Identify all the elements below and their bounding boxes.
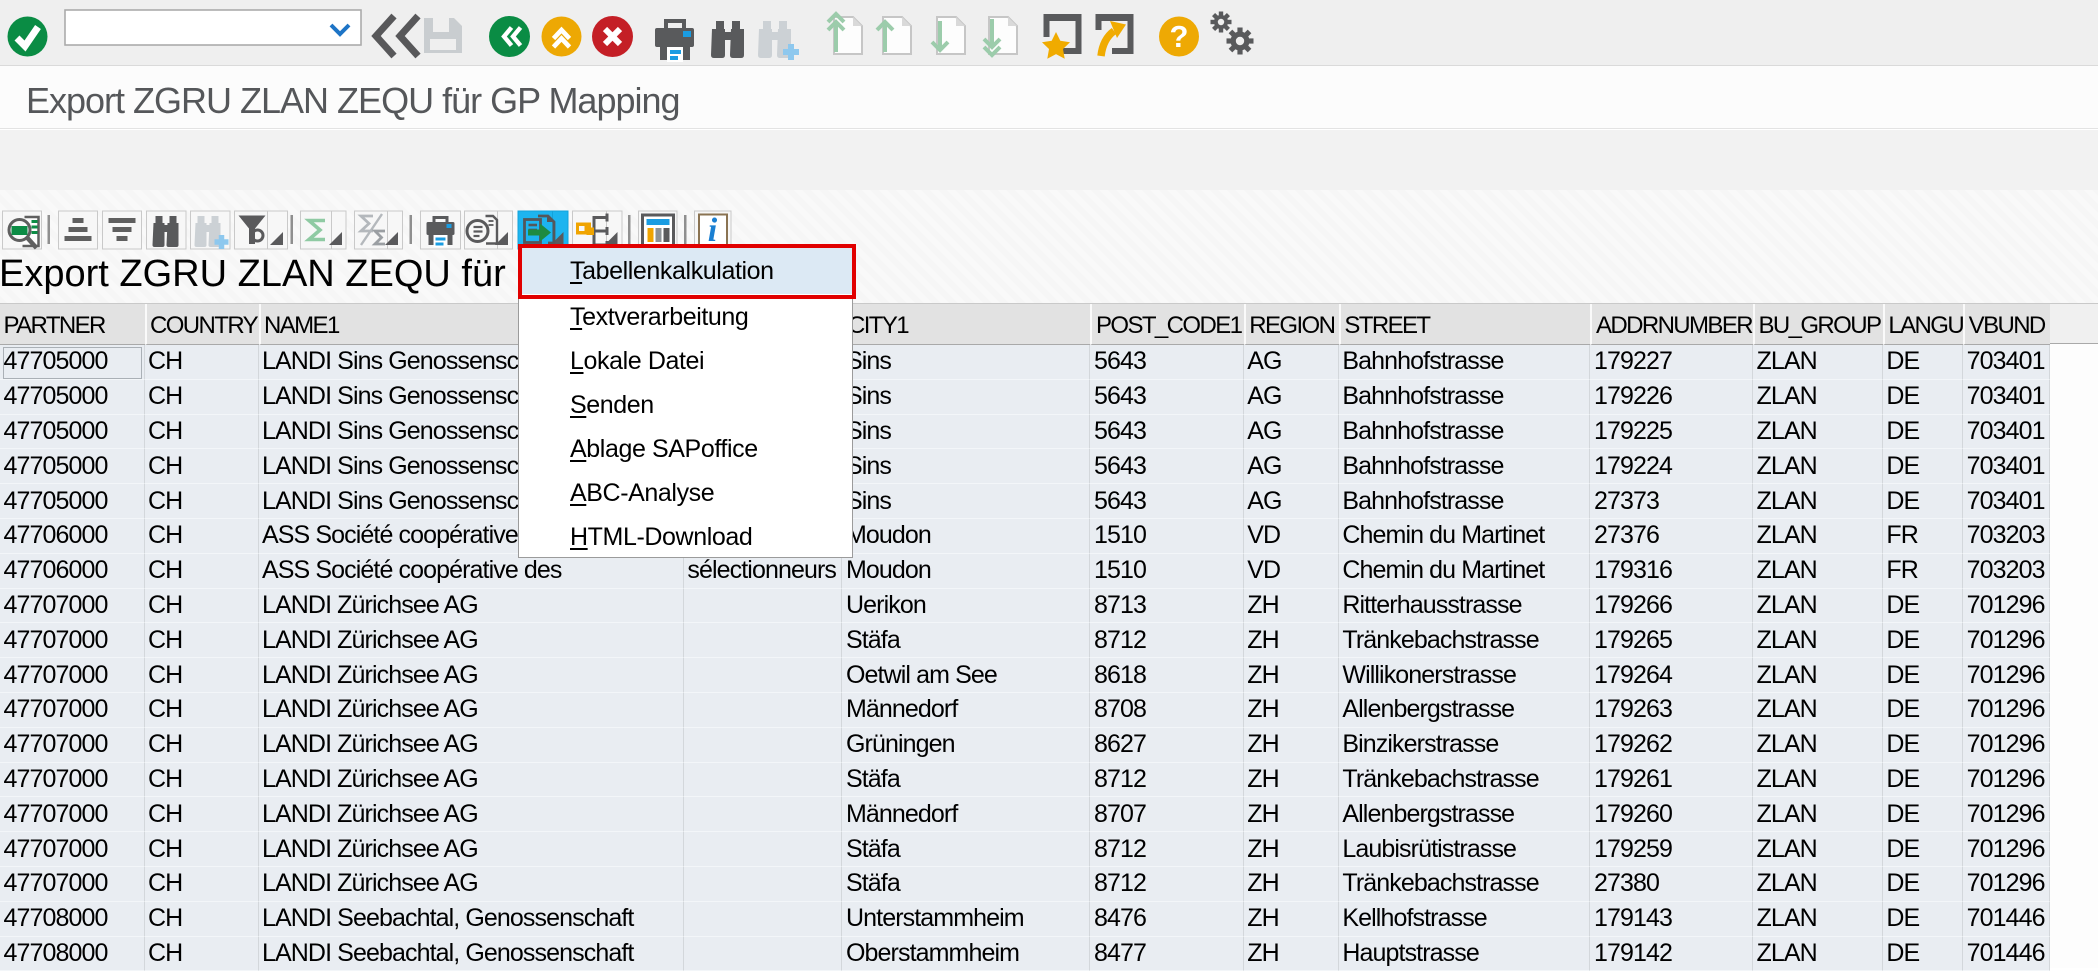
svg-text:?: ? — [1170, 19, 1189, 54]
